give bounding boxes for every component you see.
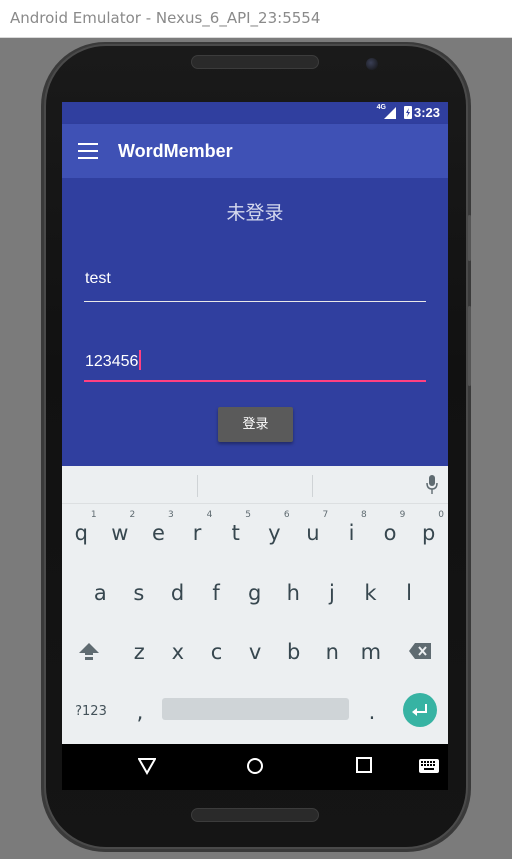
device-screen: 4G 3:23 WordMember 未登录 test 123456 登录 1 … xyxy=(62,102,448,790)
key-label: t xyxy=(231,521,240,545)
comma-key[interactable]: , xyxy=(120,683,160,739)
key-hint: 8 xyxy=(361,510,367,520)
text-cursor xyxy=(139,350,142,370)
password-value: 123456 xyxy=(85,353,139,370)
key-a[interactable]: a xyxy=(81,564,120,620)
key-k[interactable]: k xyxy=(351,564,390,620)
key-o[interactable]: 9o xyxy=(371,504,410,560)
key-hint: 6 xyxy=(283,510,290,520)
backspace-icon xyxy=(409,643,431,659)
key-label: y xyxy=(268,521,281,545)
key-label: o xyxy=(383,521,397,545)
key-label: r xyxy=(192,521,202,545)
emulator-window-title: Android Emulator - Nexus_6_API_23:5554 xyxy=(10,9,321,27)
app-title: WordMember xyxy=(118,141,233,161)
key-hint: 9 xyxy=(399,510,406,520)
key-x[interactable]: x xyxy=(159,623,198,679)
key-b[interactable]: b xyxy=(274,623,313,679)
key-hint: 2 xyxy=(129,510,136,520)
period-key[interactable]: . xyxy=(354,683,390,739)
suggestion-divider xyxy=(197,475,198,497)
key-q[interactable]: 1q xyxy=(62,504,101,560)
top-speaker xyxy=(191,55,319,69)
key-label: q xyxy=(74,521,88,545)
enter-icon xyxy=(412,704,427,716)
key-m[interactable]: m xyxy=(352,623,391,679)
suggestion-divider xyxy=(312,475,313,497)
key-label: w xyxy=(111,521,129,545)
key-d[interactable]: d xyxy=(158,564,197,620)
key-hint: 4 xyxy=(206,510,213,520)
login-button[interactable]: 登录 xyxy=(218,407,293,442)
symbols-key[interactable]: ?123 xyxy=(66,683,116,739)
clock: 3:23 xyxy=(413,105,440,120)
key-label: e xyxy=(152,521,165,545)
navigation-bar xyxy=(62,744,448,790)
key-hint: 5 xyxy=(245,510,251,520)
status-bar: 4G 3:23 xyxy=(62,102,448,124)
home-icon[interactable] xyxy=(246,757,264,775)
key-h[interactable]: h xyxy=(274,564,313,620)
key-row-3: zxcvbnm xyxy=(62,623,448,679)
key-u[interactable]: 7u xyxy=(294,504,333,560)
recents-icon[interactable] xyxy=(356,757,372,773)
key-f[interactable]: f xyxy=(197,564,236,620)
key-label: i xyxy=(348,521,355,545)
key-hint: 0 xyxy=(438,510,444,520)
password-value-wrap: 123456 xyxy=(85,350,142,371)
key-p[interactable]: 0p xyxy=(409,504,448,560)
key-w[interactable]: 2w xyxy=(101,504,140,560)
key-c[interactable]: c xyxy=(197,623,236,679)
emulator-title-bar: Android Emulator - Nexus_6_API_23:5554 xyxy=(0,0,512,38)
username-value: test xyxy=(85,270,111,287)
keyboard-switch-icon[interactable] xyxy=(419,759,439,773)
hamburger-menu-icon[interactable] xyxy=(78,143,98,159)
key-label: u xyxy=(306,521,320,545)
key-hint: 3 xyxy=(168,510,174,520)
signal-icon xyxy=(384,107,396,119)
key-i[interactable]: 8i xyxy=(332,504,371,560)
key-row-2: asdfghjkl xyxy=(62,564,448,620)
key-y[interactable]: 6y xyxy=(255,504,294,560)
battery-icon xyxy=(404,106,412,119)
shift-key[interactable] xyxy=(68,623,110,679)
back-icon[interactable] xyxy=(138,757,156,775)
username-field[interactable]: test xyxy=(84,266,426,302)
bottom-speaker xyxy=(191,808,319,822)
password-underline xyxy=(84,380,426,382)
key-hint: 7 xyxy=(322,510,329,520)
key-v[interactable]: v xyxy=(236,623,275,679)
soft-keyboard: 1q2w3e4r5t6y7u8i9o0p asdfghjkl zxcvbnm ?… xyxy=(62,466,448,744)
key-e[interactable]: 3e xyxy=(139,504,178,560)
backspace-key[interactable] xyxy=(397,623,443,679)
key-j[interactable]: j xyxy=(313,564,352,620)
key-t[interactable]: 5t xyxy=(216,504,255,560)
key-label: p xyxy=(422,521,436,545)
key-l[interactable]: l xyxy=(390,564,429,620)
key-n[interactable]: n xyxy=(313,623,352,679)
microphone-icon[interactable] xyxy=(426,474,438,496)
suggestion-strip xyxy=(62,466,448,504)
key-r[interactable]: 4r xyxy=(178,504,217,560)
username-underline xyxy=(84,301,426,302)
login-form: 未登录 test 123456 登录 xyxy=(62,178,448,468)
front-camera xyxy=(366,58,378,70)
shift-icon xyxy=(79,643,99,660)
spacebar[interactable] xyxy=(162,698,349,720)
key-hint: 1 xyxy=(90,510,97,520)
login-status-text: 未登录 xyxy=(226,202,284,224)
volume-button[interactable] xyxy=(468,306,471,386)
password-field[interactable]: 123456 xyxy=(84,346,426,382)
key-row-1: 1q2w3e4r5t6y7u8i9o0p xyxy=(62,504,448,560)
key-g[interactable]: g xyxy=(235,564,274,620)
key-s[interactable]: s xyxy=(120,564,159,620)
power-button[interactable] xyxy=(468,215,471,261)
app-bar: WordMember xyxy=(62,124,448,178)
key-z[interactable]: z xyxy=(120,623,159,679)
enter-key[interactable] xyxy=(403,693,437,727)
